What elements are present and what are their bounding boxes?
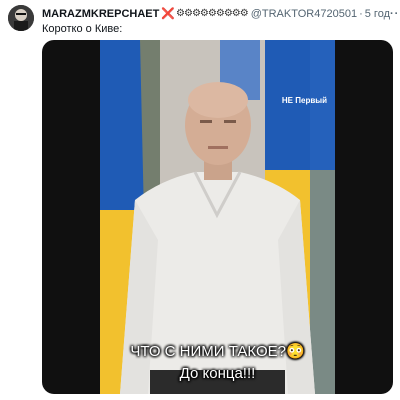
channel-badge: НЕ Первый: [281, 96, 327, 105]
avatar-image: [8, 5, 34, 31]
tweet-time[interactable]: 5 год: [365, 7, 390, 21]
avatar[interactable]: [8, 5, 34, 31]
tweet: MARAZMKREPCHAET ❌ ⚙⚙⚙⚙⚙⚙⚙⚙⚙ @TRAKTOR4720…: [0, 0, 400, 400]
cross-mark-icon: ❌: [161, 8, 176, 20]
more-options-icon[interactable]: ···: [390, 7, 400, 21]
user-handle[interactable]: @TRAKTOR4720501: [251, 7, 357, 21]
video-caption-line1: ЧТО С НИМИ ТАКОЕ?😳: [130, 343, 305, 360]
tweet-header: MARAZMKREPCHAET ❌ ⚙⚙⚙⚙⚙⚙⚙⚙⚙ @TRAKTOR4720…: [42, 7, 400, 21]
separator-dot: ·: [359, 8, 363, 20]
gear-icons: ⚙⚙⚙⚙⚙⚙⚙⚙⚙: [176, 8, 249, 19]
video-player[interactable]: НЕ Первый ЧТО С НИМИ ТАКОЕ?😳 До конца!!!: [42, 40, 393, 394]
video-frame[interactable]: НЕ Первый ЧТО С НИМИ ТАКОЕ?😳 До конца!!!: [100, 40, 335, 394]
tweet-text: Коротко о Киве:: [42, 23, 123, 35]
video-caption-line2: До конца!!!: [179, 365, 256, 382]
display-name[interactable]: MARAZMKREPCHAET: [42, 7, 159, 21]
video-scene: [100, 40, 335, 394]
